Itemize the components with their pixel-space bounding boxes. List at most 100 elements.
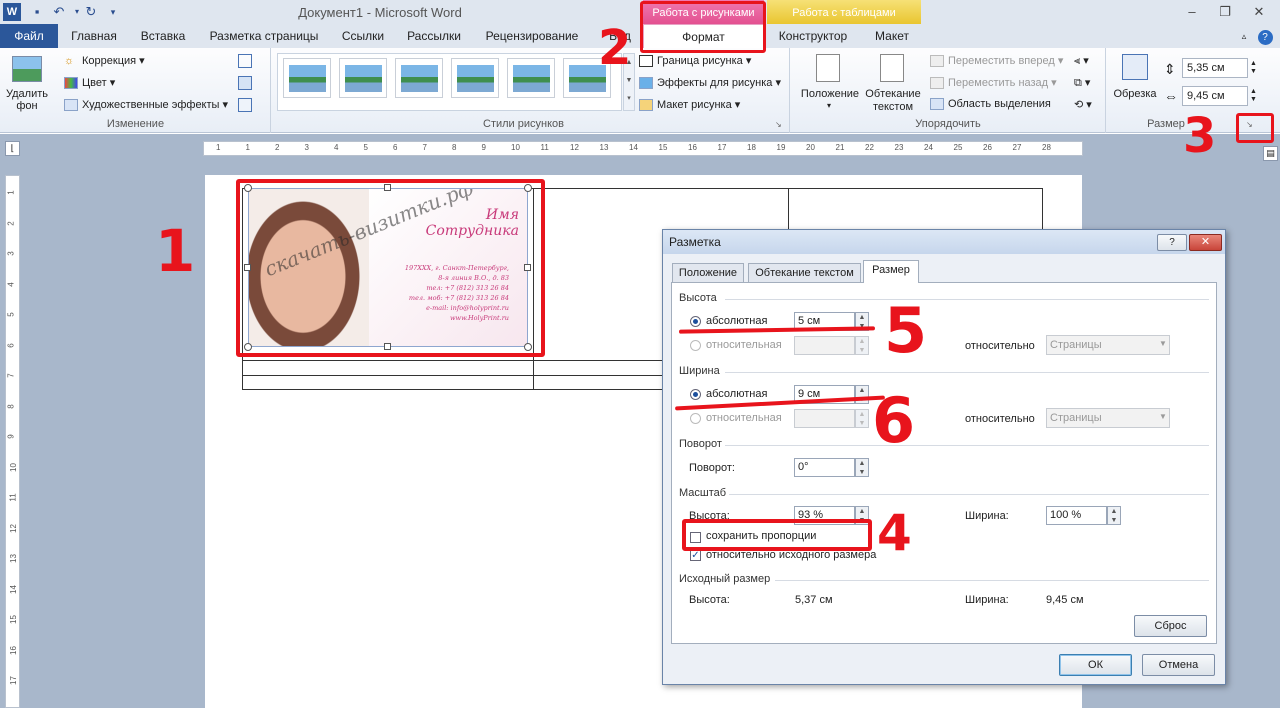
dialog-close-icon[interactable]: ✕	[1189, 234, 1222, 251]
width-relative-radio[interactable]	[690, 413, 701, 424]
ruler-tick-label: 25	[953, 143, 963, 152]
picture-effects-button[interactable]: Эффекты для рисунка ▾	[639, 76, 781, 90]
rotation-input[interactable]: 0°	[794, 458, 855, 477]
ruler-tick-label: 1	[6, 190, 16, 195]
close-icon[interactable]: ✕	[1247, 2, 1271, 22]
pen-icon	[639, 55, 653, 68]
width-input[interactable]: 9,45 см	[1182, 86, 1248, 106]
remove-background-button[interactable]: Удалить фон	[2, 88, 52, 112]
width-spinner[interactable]: ▲ ▼	[1250, 88, 1257, 104]
ruler-tick-label: 13	[599, 143, 609, 152]
height-relative-spinner[interactable]: ▲ ▼	[855, 336, 869, 355]
picture-layout-button[interactable]: Макет рисунка ▾	[639, 98, 740, 112]
ruler-tick-label: 12	[570, 143, 579, 152]
tab-layout[interactable]: Макет	[862, 24, 922, 48]
style-thumbnail-5[interactable]	[507, 58, 555, 98]
relative-original-checkbox[interactable]: ✓	[690, 550, 701, 561]
original-size-section-title: Исходный размер	[679, 573, 771, 585]
remove-background-icon	[12, 56, 42, 82]
tab-references[interactable]: Ссылки	[334, 24, 392, 48]
tab-review[interactable]: Рецензирование	[476, 24, 588, 48]
height-relative-to-select[interactable]: Страницы	[1046, 335, 1170, 355]
tab-page-layout[interactable]: Разметка страницы	[200, 24, 328, 48]
scale-width-spinner[interactable]: ▲ ▼	[1107, 506, 1121, 525]
height-absolute-radio[interactable]	[690, 316, 701, 327]
tab-file[interactable]: Файл	[0, 24, 58, 48]
height-relative-to-label: относительно	[965, 340, 1035, 352]
tab-position[interactable]: Положение	[672, 263, 744, 283]
width-relative-to-label: относительно	[965, 413, 1035, 425]
minimize-icon[interactable]: –	[1180, 2, 1204, 22]
width-relative-to-select[interactable]: Страницы	[1046, 408, 1170, 428]
height-relative-input[interactable]	[794, 336, 855, 355]
tab-design[interactable]: Конструктор	[770, 24, 856, 48]
send-backward-icon	[930, 77, 944, 90]
height-spinner[interactable]: ▲ ▼	[1250, 60, 1257, 76]
ruler-tick-label: 20	[806, 143, 815, 152]
minimize-ribbon-icon[interactable]: ▵	[1236, 24, 1252, 48]
selection-pane-button[interactable]: Область выделения	[930, 98, 1051, 111]
tab-insert[interactable]: Вставка	[132, 24, 194, 48]
selection-pane-icon	[930, 98, 944, 111]
ok-button[interactable]: ОК	[1059, 654, 1132, 676]
style-thumbnail-4[interactable]	[451, 58, 499, 98]
vertical-ruler[interactable]: 1 2 3 4 5 6 7 8 9 10 11 12 13 14 15 16 17	[5, 175, 20, 708]
reset-button[interactable]: Сброс	[1134, 615, 1207, 637]
ruler-tick-label: 11	[540, 143, 549, 152]
bring-forward-button[interactable]: Переместить вперед ▾	[930, 54, 1063, 68]
color-button[interactable]: Цвет ▾	[64, 76, 115, 90]
tab-selector-icon[interactable]: ⌊	[5, 141, 20, 156]
ruler-tick-label: 14	[8, 584, 18, 594]
width-absolute-spinner[interactable]: ▲▼	[855, 385, 869, 404]
rotation-spinner[interactable]: ▲ ▼	[855, 458, 869, 477]
height-relative-radio[interactable]	[690, 340, 701, 351]
position-button[interactable]: Положение	[794, 88, 866, 100]
compress-pictures-icon[interactable]	[238, 54, 252, 68]
style-thumbnail-1[interactable]	[283, 58, 331, 98]
restore-icon[interactable]: ❐	[1213, 2, 1237, 22]
help-icon[interactable]: ?	[1256, 24, 1274, 48]
dialog-help-button[interactable]: ?	[1157, 234, 1187, 251]
correction-button[interactable]: ☼ Коррекция ▾	[64, 54, 145, 67]
view-ruler-icon[interactable]: ▤	[1263, 146, 1278, 161]
original-width-label: Ширина:	[965, 594, 1009, 606]
send-backward-button[interactable]: Переместить назад ▾	[930, 76, 1057, 90]
annotation-box-lock-aspect	[682, 519, 872, 551]
table-border	[242, 375, 662, 376]
annotation-box-image	[236, 179, 545, 357]
change-picture-icon[interactable]	[238, 76, 252, 90]
width-section-title: Ширина	[679, 365, 720, 377]
ruler-tick-label: 1	[216, 143, 221, 152]
reset-picture-icon[interactable]	[238, 98, 252, 112]
ruler-tick-label: 23	[894, 143, 904, 152]
width-absolute-radio[interactable]	[690, 389, 701, 400]
scale-width-input[interactable]: 100 %	[1046, 506, 1107, 525]
tab-mailings[interactable]: Рассылки	[398, 24, 470, 48]
height-input[interactable]: 5,35 см	[1182, 58, 1248, 78]
width-relative-input[interactable]	[794, 409, 855, 428]
picture-border-button[interactable]: Граница рисунка ▾	[639, 54, 751, 68]
ruler-tick-label: 3	[304, 143, 309, 152]
ruler-tick-label: 10	[8, 462, 18, 472]
horizontal-ruler[interactable]: 1 1 2 3 4 5 6 7 8 9 10 11 12 13 14 15 16 17 18 19 20 21 22 23 24…	[203, 141, 1083, 156]
align-icon[interactable]: ⫷ ▾	[1074, 54, 1089, 68]
height-absolute-label: абсолютная	[706, 315, 768, 327]
group-icon[interactable]: ⧉ ▾	[1074, 76, 1090, 90]
style-thumbnail-3[interactable]	[395, 58, 443, 98]
width-relative-spinner[interactable]: ▲ ▼	[855, 409, 869, 428]
rotate-icon[interactable]: ⟲ ▾	[1074, 98, 1092, 111]
wrap-text-button[interactable]: Обтекание текстом	[862, 88, 924, 114]
sun-icon: ☼	[64, 55, 75, 68]
artistic-effects-button[interactable]: Художественные эффекты ▾	[64, 98, 228, 112]
dialog-launcher-styles-icon[interactable]: ↘	[775, 120, 785, 130]
ruler-tick-label: 1	[245, 143, 250, 152]
tab-home[interactable]: Главная	[62, 24, 126, 48]
annotation-box-format-tab	[640, 1, 766, 53]
ruler-tick-label: 13	[8, 554, 18, 563]
cancel-button[interactable]: Отмена	[1142, 654, 1215, 676]
crop-icon	[1122, 54, 1148, 80]
tab-text-wrapping[interactable]: Обтекание текстом	[748, 263, 861, 283]
tab-size[interactable]: Размер	[863, 260, 919, 283]
crop-button[interactable]: Обрезка	[1110, 88, 1160, 100]
style-thumbnail-2[interactable]	[339, 58, 387, 98]
